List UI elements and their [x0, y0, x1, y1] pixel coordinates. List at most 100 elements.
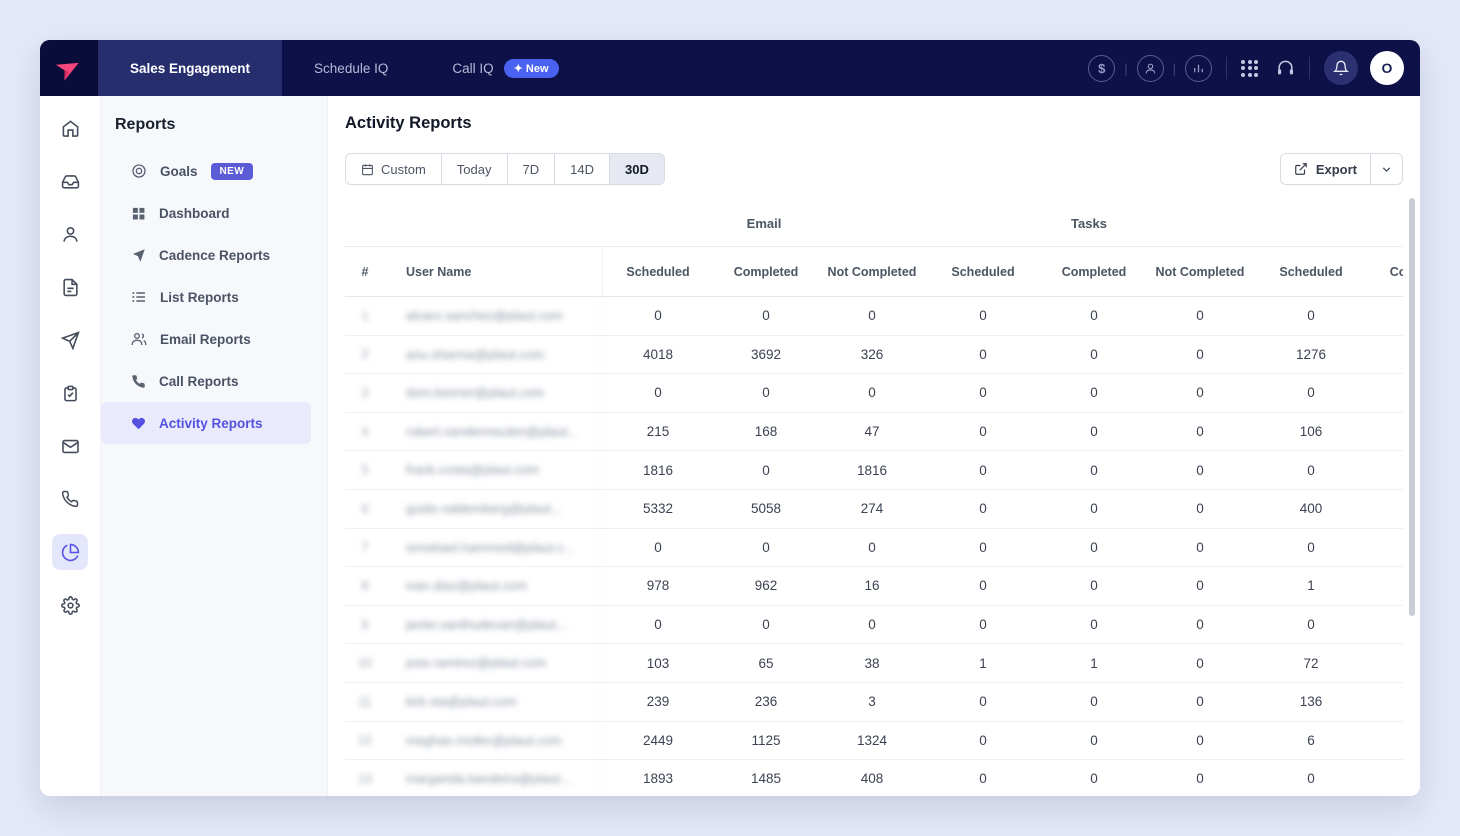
user-avatar[interactable]: O — [1370, 51, 1404, 85]
user-name-cell: ismahael.hammed@plaut.c... — [385, 529, 603, 567]
billing-icon[interactable]: $ — [1088, 55, 1115, 82]
filter-30d[interactable]: 30D — [610, 154, 664, 184]
value-cell: 0 — [1147, 540, 1253, 555]
value-cell: 274 — [819, 501, 925, 516]
value-cell: 1 — [925, 656, 1041, 671]
notifications-bell-icon[interactable] — [1324, 51, 1358, 85]
table-row: 9javier.santhudevan@plaut...0000000 — [345, 606, 1403, 645]
table-row: 2anu.sharma@plaut.com401836923260001276 — [345, 336, 1403, 375]
cadences-send-icon[interactable] — [52, 322, 88, 358]
value-cell: 0 — [925, 578, 1041, 593]
value-cell: 1125 — [713, 733, 819, 748]
nav-divider — [1226, 57, 1227, 79]
dashboard-grid-icon — [131, 206, 146, 221]
table-row: 8ivan.diaz@plaut.com978962160001 — [345, 567, 1403, 606]
controls-bar: Custom Today 7D 14D 30D Export — [345, 153, 1403, 185]
export-label: Export — [1316, 162, 1357, 177]
value-cell: 0 — [713, 463, 819, 478]
user-name-cell: anu.sharma@plaut.com — [385, 336, 603, 374]
value-cell: 0 — [819, 385, 925, 400]
brand-logo[interactable] — [40, 40, 98, 96]
filter-label: Custom — [381, 162, 426, 177]
export-button[interactable]: Export — [1281, 154, 1370, 184]
value-cell: 0 — [1253, 385, 1369, 400]
value-cell: 0 — [925, 694, 1041, 709]
value-cell: 65 — [713, 656, 819, 671]
filter-7d[interactable]: 7D — [508, 154, 556, 184]
documents-icon[interactable] — [52, 269, 88, 305]
user-name-cell: dom.keener@plaut.com — [385, 374, 603, 412]
vertical-scrollbar[interactable] — [1409, 198, 1415, 616]
sidebar-item-goals[interactable]: Goals NEW — [101, 150, 311, 192]
filter-custom[interactable]: Custom — [346, 154, 442, 184]
apps-grid-icon[interactable] — [1241, 60, 1258, 77]
nav-tab-schedule-iq[interactable]: Schedule IQ — [282, 40, 420, 96]
row-index-cell: 11 — [345, 695, 385, 709]
nav-divider — [1309, 57, 1310, 79]
table-row: 7ismahael.hammed@plaut.c...0000000 — [345, 529, 1403, 568]
calendar-icon — [361, 163, 374, 176]
filter-14d[interactable]: 14D — [555, 154, 610, 184]
export-dropdown-caret[interactable] — [1370, 154, 1402, 184]
value-cell: 0 — [819, 540, 925, 555]
column-header: Completed — [1369, 265, 1403, 279]
calls-phone-icon[interactable] — [52, 481, 88, 517]
table-row: 6guido.valdemberg@plaut...53325058274000… — [345, 490, 1403, 529]
new-badge: ✦ New — [504, 59, 559, 78]
home-icon[interactable] — [52, 110, 88, 146]
user-name-cell: ivan.diaz@plaut.com — [385, 567, 603, 605]
value-cell: 0 — [925, 540, 1041, 555]
activity-reports-table: Email Tasks # User Name Scheduled Comple… — [345, 201, 1403, 796]
account-icon[interactable] — [1137, 55, 1164, 82]
sidebar-title: Reports — [115, 116, 327, 134]
group-header-tasks: Tasks — [925, 216, 1253, 231]
value-cell: 1893 — [603, 771, 713, 786]
nav-tab-call-iq[interactable]: Call IQ ✦ New — [420, 40, 590, 96]
group-header-email: Email — [603, 216, 925, 231]
filter-today[interactable]: Today — [442, 154, 508, 184]
sidebar-item-call-reports[interactable]: Call Reports — [101, 360, 311, 402]
table-row: 10jose.ramirez@plaut.com103653811072 — [345, 644, 1403, 683]
sidebar-item-activity-reports[interactable]: Activity Reports — [101, 402, 311, 444]
sidebar-item-cadence-reports[interactable]: Cadence Reports — [101, 234, 311, 276]
row-index-cell: 1 — [345, 309, 385, 323]
value-cell: 6 — [1253, 733, 1369, 748]
value-cell: 239 — [603, 694, 713, 709]
reports-pie-icon[interactable] — [52, 534, 88, 570]
value-cell: 0 — [1041, 540, 1147, 555]
value-cell: 400 — [1253, 501, 1369, 516]
value-cell: 0 — [1041, 501, 1147, 516]
sidebar-item-label: Call Reports — [159, 374, 239, 389]
column-header: Not Completed — [819, 265, 925, 279]
email-icon[interactable] — [52, 428, 88, 464]
value-cell: 168 — [713, 424, 819, 439]
column-header: Completed — [1041, 265, 1147, 279]
export-icon — [1294, 162, 1308, 176]
sidebar-item-label: Goals — [160, 164, 198, 179]
stats-icon[interactable] — [1185, 55, 1212, 82]
value-cell: 106 — [1253, 424, 1369, 439]
support-headset-icon[interactable] — [1276, 59, 1295, 78]
sidebar-item-list-reports[interactable]: List Reports — [101, 276, 311, 318]
inbox-icon[interactable] — [52, 163, 88, 199]
export-split-button: Export — [1280, 153, 1403, 185]
value-cell: 0 — [925, 347, 1041, 362]
table-row: 13margarida.bandeira@plaut...18931485408… — [345, 760, 1403, 796]
column-header: Scheduled — [603, 265, 713, 279]
table-row: 5frank.costa@plaut.com1816018160000 — [345, 451, 1403, 490]
sidebar-item-dashboard[interactable]: Dashboard — [101, 192, 311, 234]
tasks-clipboard-icon[interactable] — [52, 375, 88, 411]
user-name-cell: jose.ramirez@plaut.com — [385, 644, 603, 682]
sidebar-item-label: Activity Reports — [159, 416, 263, 431]
icon-rail — [40, 96, 100, 796]
value-cell: 0 — [1253, 617, 1369, 632]
column-header-user-name: User Name — [385, 247, 603, 296]
value-cell: 0 — [1147, 694, 1253, 709]
value-cell: 962 — [713, 578, 819, 593]
nav-tab-sales-engagement[interactable]: Sales Engagement — [98, 40, 282, 96]
table-body: 1alvaro.sanchez@plaut.com00000002anu.sha… — [345, 297, 1403, 796]
settings-gear-icon[interactable] — [52, 587, 88, 623]
table-row: 1alvaro.sanchez@plaut.com0000000 — [345, 297, 1403, 336]
sidebar-item-email-reports[interactable]: Email Reports — [101, 318, 311, 360]
contacts-icon[interactable] — [52, 216, 88, 252]
